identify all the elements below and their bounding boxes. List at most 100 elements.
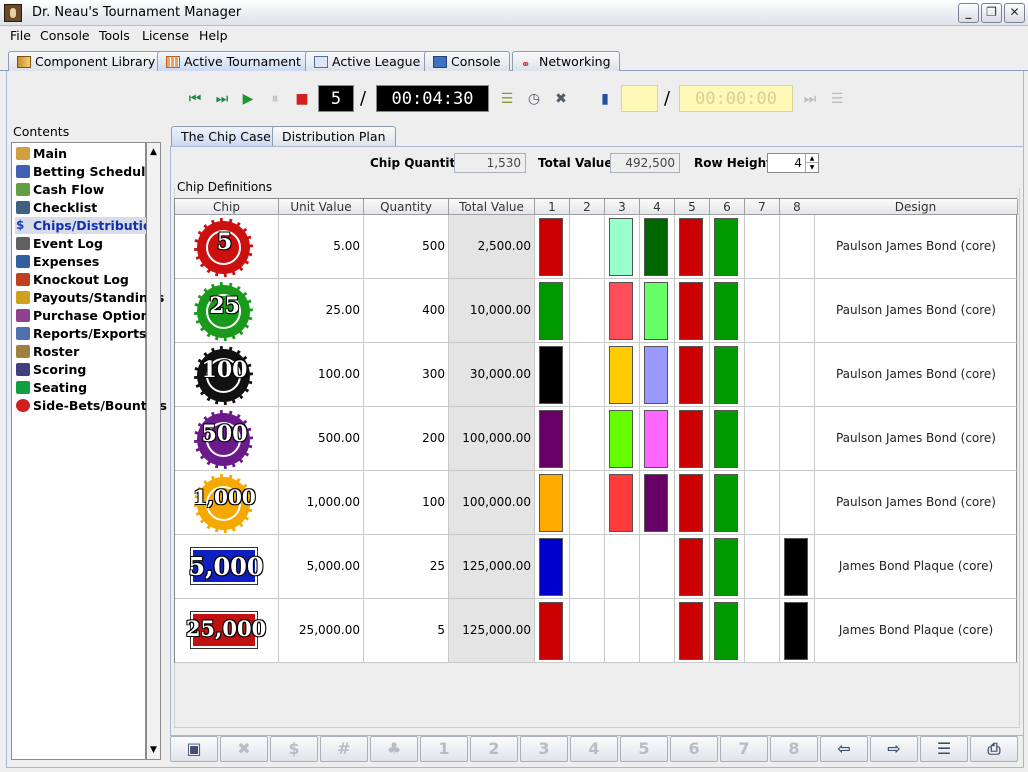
column-header[interactable]: 6 bbox=[710, 199, 745, 215]
color-cell[interactable] bbox=[675, 599, 710, 662]
total-value-cell[interactable]: 100,000.00 bbox=[449, 471, 535, 534]
table-row[interactable]: 100 100.00 300 30,000.00 Paulson James Bond … bbox=[175, 343, 1018, 407]
stack-icon[interactable]: ☰ bbox=[496, 88, 518, 110]
color-cell[interactable] bbox=[710, 279, 745, 342]
color-cell[interactable] bbox=[535, 599, 570, 662]
color-cell[interactable] bbox=[780, 343, 815, 406]
menu-license[interactable]: License bbox=[142, 28, 189, 43]
color-cell[interactable] bbox=[605, 471, 640, 534]
skip-icon[interactable]: ⏭ bbox=[799, 88, 821, 110]
design-cell[interactable]: Paulson James Bond (core) bbox=[814, 407, 1018, 470]
tab-console[interactable]: Console bbox=[424, 51, 510, 71]
restore-icon[interactable]: ❐ bbox=[981, 3, 1002, 23]
color-cell[interactable] bbox=[605, 343, 640, 406]
color-cell[interactable] bbox=[570, 215, 605, 278]
color-cell[interactable] bbox=[605, 215, 640, 278]
column-header[interactable]: Unit Value bbox=[279, 199, 364, 215]
column-header[interactable]: Total Value bbox=[449, 199, 535, 215]
col3-icon[interactable]: 3 bbox=[520, 736, 568, 762]
col1-icon[interactable]: 1 bbox=[420, 736, 468, 762]
close-icon[interactable]: ✕ bbox=[1004, 3, 1025, 23]
color-cell[interactable] bbox=[640, 279, 675, 342]
sidebar-item-purchase-options[interactable]: Purchase Options bbox=[15, 307, 157, 324]
column-header[interactable]: 7 bbox=[745, 199, 780, 215]
design-cell[interactable]: Paulson James Bond (core) bbox=[814, 343, 1018, 406]
color-cell[interactable] bbox=[745, 599, 780, 662]
next-level-icon[interactable]: ⏭ bbox=[211, 88, 233, 110]
play-icon[interactable]: ▶ bbox=[237, 88, 259, 110]
design-cell[interactable]: Paulson James Bond (core) bbox=[814, 215, 1018, 278]
col7-icon[interactable]: 7 bbox=[720, 736, 768, 762]
sidebar-item-knockout-log[interactable]: Knockout Log bbox=[15, 271, 146, 288]
pause-icon[interactable]: ⏸ bbox=[264, 88, 286, 110]
table-row[interactable]: 5,000 5,000.00 25 125,000.00 James Bond Plaq… bbox=[175, 535, 1018, 599]
sidebar-item-payouts-standings[interactable]: Payouts/Standings bbox=[15, 289, 164, 306]
color-cell[interactable] bbox=[605, 407, 640, 470]
chips-stack-icon[interactable]: ♣ bbox=[370, 736, 418, 762]
col2-icon[interactable]: 2 bbox=[470, 736, 518, 762]
color-cell[interactable] bbox=[570, 343, 605, 406]
tab-component-library[interactable]: Component Library bbox=[8, 51, 165, 71]
color-cell[interactable] bbox=[745, 407, 780, 470]
color-cell[interactable] bbox=[570, 279, 605, 342]
color-cell[interactable] bbox=[605, 279, 640, 342]
color-cell[interactable] bbox=[710, 535, 745, 598]
sidebar-item-cash-flow[interactable]: Cash Flow bbox=[15, 181, 146, 198]
total-value-cell[interactable]: 125,000.00 bbox=[449, 535, 535, 598]
color-cell[interactable] bbox=[710, 407, 745, 470]
color-cell[interactable] bbox=[675, 407, 710, 470]
stop-icon[interactable]: ■ bbox=[291, 88, 313, 110]
export-icon[interactable]: ⇨ bbox=[870, 736, 918, 762]
color-cell[interactable] bbox=[535, 535, 570, 598]
sidebar-item-roster[interactable]: Roster bbox=[15, 343, 146, 360]
column-header[interactable]: Quantity bbox=[364, 199, 449, 215]
col6-icon[interactable]: 6 bbox=[670, 736, 718, 762]
color-cell[interactable] bbox=[640, 471, 675, 534]
design-cell[interactable]: James Bond Plaque (core) bbox=[814, 535, 1018, 598]
unit-value-cell[interactable]: 5.00 bbox=[279, 215, 364, 278]
color-cell[interactable] bbox=[780, 407, 815, 470]
sidebar-item-seating[interactable]: Seating bbox=[15, 379, 146, 396]
design-cell[interactable]: James Bond Plaque (core) bbox=[814, 599, 1018, 662]
color-cell[interactable] bbox=[640, 599, 675, 662]
hash-icon[interactable]: # bbox=[320, 736, 368, 762]
tab-chip-case[interactable]: The Chip Case bbox=[171, 126, 281, 147]
column-header[interactable]: 8 bbox=[780, 199, 815, 215]
color-cell[interactable] bbox=[675, 343, 710, 406]
menu-icon[interactable]: ☰ bbox=[826, 88, 848, 110]
sidebar-item-reports-exports[interactable]: Reports/Exports bbox=[15, 325, 147, 342]
color-cell[interactable] bbox=[745, 279, 780, 342]
total-value-cell[interactable]: 2,500.00 bbox=[449, 215, 535, 278]
color-cell[interactable] bbox=[570, 535, 605, 598]
table-row[interactable]: 25 25.00 400 10,000.00 Paulson James Bond (c… bbox=[175, 279, 1018, 343]
col5-icon[interactable]: 5 bbox=[620, 736, 668, 762]
column-header[interactable]: 4 bbox=[640, 199, 675, 215]
sidebar-item-side-bets-bounties[interactable]: Side-Bets/Bounties bbox=[15, 397, 167, 414]
row-height-spinner[interactable]: 4 ▲ ▼ bbox=[767, 153, 819, 173]
quantity-cell[interactable]: 500 bbox=[364, 215, 449, 278]
import-icon[interactable]: ⇦ bbox=[820, 736, 868, 762]
menu-console[interactable]: Console bbox=[40, 28, 90, 43]
col4-icon[interactable]: 4 bbox=[570, 736, 618, 762]
color-cell[interactable] bbox=[710, 599, 745, 662]
color-cell[interactable] bbox=[570, 471, 605, 534]
sidebar-item-scoring[interactable]: Scoring bbox=[15, 361, 146, 378]
cancel-icon[interactable]: ✖ bbox=[550, 88, 572, 110]
print-icon[interactable]: ⎙ bbox=[970, 736, 1018, 762]
table-row[interactable]: 5 5.00 500 2,500.00 Paulson James Bond (core… bbox=[175, 215, 1018, 279]
column-header[interactable]: 2 bbox=[570, 199, 605, 215]
sidebar-scrollbar[interactable]: ▲ ▼ bbox=[146, 142, 161, 760]
color-cell[interactable] bbox=[780, 279, 815, 342]
menu-tools[interactable]: Tools bbox=[99, 28, 130, 43]
spinner-down-icon[interactable]: ▼ bbox=[805, 163, 818, 172]
clock-icon[interactable]: ◷ bbox=[523, 88, 545, 110]
list-icon[interactable]: ☰ bbox=[920, 736, 968, 762]
tab-networking[interactable]: ⚭ Networking bbox=[512, 51, 620, 71]
color-cell[interactable] bbox=[745, 535, 780, 598]
color-cell[interactable] bbox=[710, 471, 745, 534]
color-cell[interactable] bbox=[570, 407, 605, 470]
total-value-cell[interactable]: 10,000.00 bbox=[449, 279, 535, 342]
color-cell[interactable] bbox=[535, 471, 570, 534]
color-cell[interactable] bbox=[745, 215, 780, 278]
color-cell[interactable] bbox=[605, 535, 640, 598]
